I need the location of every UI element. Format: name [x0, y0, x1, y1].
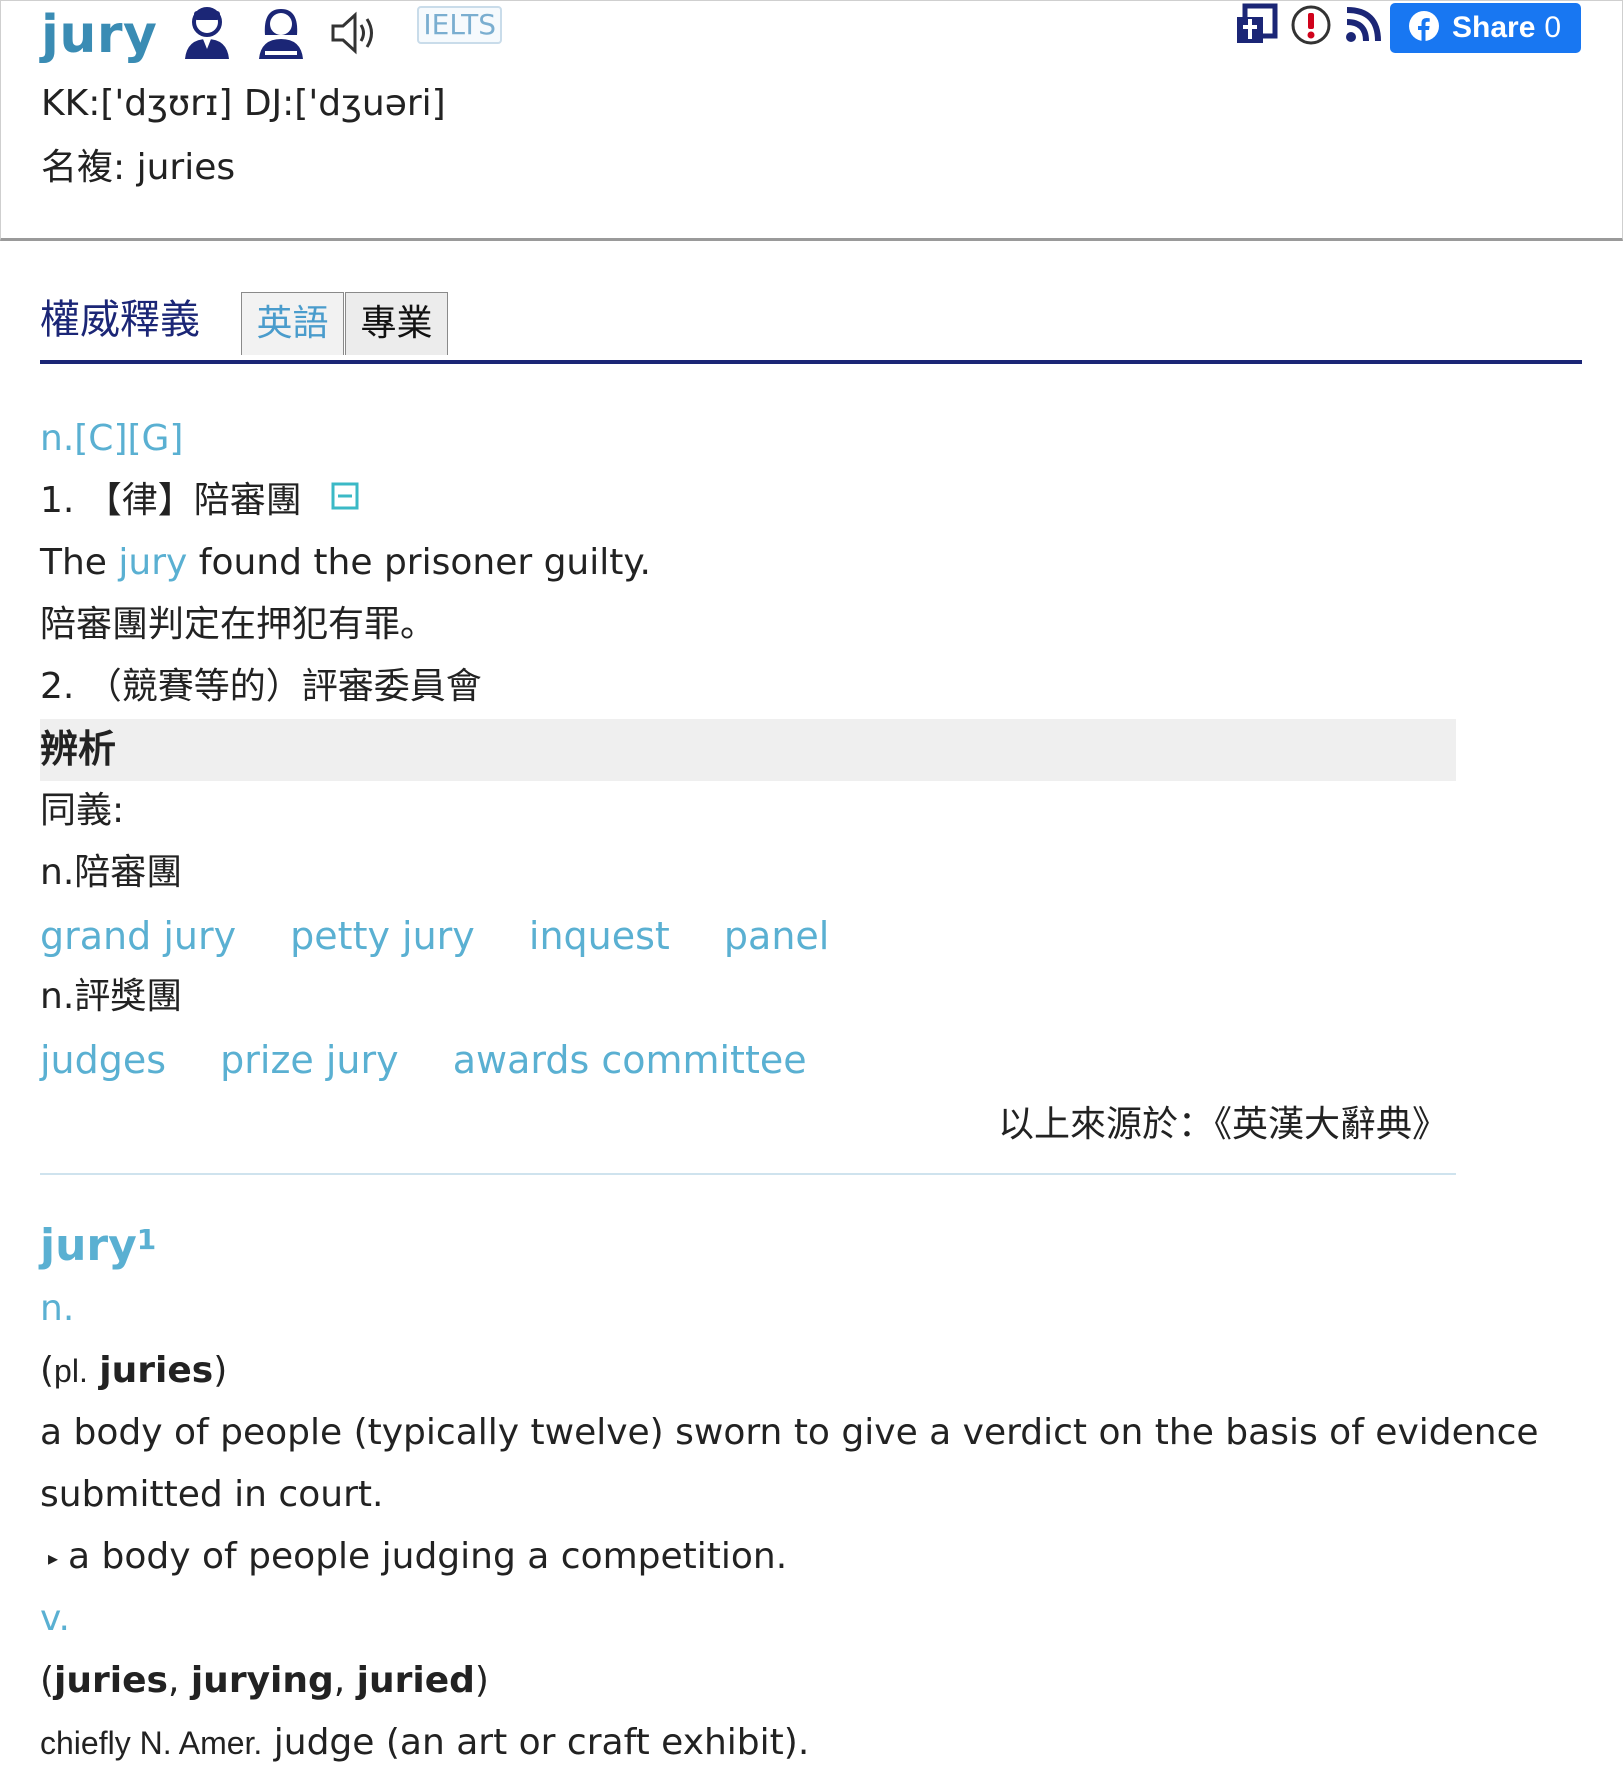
phonetic-text: KK:['dʒʊrɪ] DJ:['dʒuəri] [41, 83, 446, 124]
part-of-speech: n.[C][G] [40, 418, 184, 459]
collapse-icon[interactable] [331, 474, 359, 524]
toolbar-icons [1233, 3, 1393, 51]
definition-1-line-1: a body of people (typically twelve) swor… [40, 1412, 1539, 1453]
report-icon[interactable] [1289, 3, 1333, 51]
example-sentence: The jury found the prisoner guilty. [40, 538, 651, 588]
sub-definition: ▸ a body of people judging a competition. [40, 1532, 787, 1583]
sense-1-text: 1. 【律】陪審團 [40, 480, 302, 521]
word-header: jury IELTS Share 0 KK:['dʒʊrɪ] DJ:['dʒuə… [0, 0, 1623, 241]
synonym-label: 同義: [40, 790, 125, 831]
section-tabs: 權威釋義 英語 專業 [40, 292, 1582, 364]
synonym-group-label-1: n.陪審團 [40, 852, 183, 893]
ielts-tag: IELTS [417, 6, 502, 44]
facebook-share-button[interactable]: Share 0 [1390, 3, 1581, 53]
plural-note: (pl. juries) [40, 1346, 227, 1396]
rss-icon[interactable] [1343, 5, 1383, 49]
tab-english[interactable]: 英語 [241, 292, 344, 355]
synonym-link[interactable]: grand jury [40, 914, 236, 958]
headword: jury [41, 5, 158, 65]
plural-abbr: pl. [54, 1353, 88, 1389]
source-note: 以上來源於：《英漢大辭典》 [998, 1104, 1449, 1145]
sense-2: 2. （競賽等的）評審委員會 [40, 666, 482, 707]
dictionary-page: jury IELTS Share 0 KK:['dʒʊrɪ] DJ:['dʒuə… [0, 0, 1623, 1773]
region-label: chiefly N. Amer. [40, 1725, 263, 1761]
synonym-list-1: grand jury petty jury inquest panel [40, 910, 871, 962]
verb-forms: (juries, jurying, juried) [40, 1660, 489, 1701]
tab-professional[interactable]: 專業 [345, 292, 448, 355]
share-count: 0 [1544, 11, 1562, 44]
definition-1-line-2: submitted in court. [40, 1474, 384, 1515]
verb-form: juries [54, 1660, 168, 1701]
facebook-icon [1408, 10, 1440, 46]
verb-pos: v. [40, 1598, 70, 1639]
synonym-group-label-2: n.評獎團 [40, 976, 183, 1017]
analysis-title: 辨析 [40, 727, 117, 771]
noun-pos: n. [40, 1288, 75, 1329]
synonym-link[interactable]: judges [40, 1038, 166, 1082]
headword-row: jury IELTS [41, 5, 502, 65]
plural-form: 名複: juries [41, 147, 236, 188]
sub-definition-text: a body of people judging a competition. [68, 1536, 788, 1577]
plural-close: ) [213, 1350, 228, 1391]
verb-form: juried [356, 1660, 475, 1701]
homograph-number: 1 [136, 1223, 157, 1256]
plural-word: juries [99, 1350, 214, 1391]
section-title: 權威釋義 [40, 297, 200, 343]
sense-1: 1. 【律】陪審團 [40, 476, 359, 526]
male-speaker-icon[interactable] [181, 5, 233, 65]
synonym-link[interactable]: inquest [529, 914, 670, 958]
synonym-link[interactable]: prize jury [220, 1038, 398, 1082]
verb-definition: chiefly N. Amer. judge (an art or craft … [40, 1718, 809, 1768]
example-link-jury[interactable]: jury [118, 542, 187, 583]
verb-definition-text: judge (an art or craft exhibit). [273, 1722, 810, 1763]
analysis-header: 辨析 [40, 719, 1456, 781]
verb-form: jurying [190, 1660, 334, 1701]
oxford-headword-text: jury [40, 1220, 137, 1271]
section-divider [40, 1173, 1456, 1175]
example-after: found the prisoner guilty. [187, 542, 651, 583]
triangle-bullet-icon: ▸ [48, 1546, 59, 1570]
speaker-icon[interactable] [329, 9, 381, 61]
synonym-link[interactable]: awards committee [453, 1038, 807, 1082]
dictionary-icon[interactable] [1233, 3, 1279, 51]
synonym-list-2: judges prize jury awards committee [40, 1034, 849, 1086]
example-before: The [40, 542, 119, 583]
synonym-link[interactable]: petty jury [290, 914, 475, 958]
plural-open: ( [40, 1350, 55, 1391]
synonym-link[interactable]: panel [724, 914, 829, 958]
oxford-headword: jury1 [40, 1218, 156, 1274]
share-label: Share [1452, 11, 1536, 44]
example-translation: 陪審團判定在押犯有罪。 [40, 604, 437, 645]
female-speaker-icon[interactable] [255, 5, 307, 65]
